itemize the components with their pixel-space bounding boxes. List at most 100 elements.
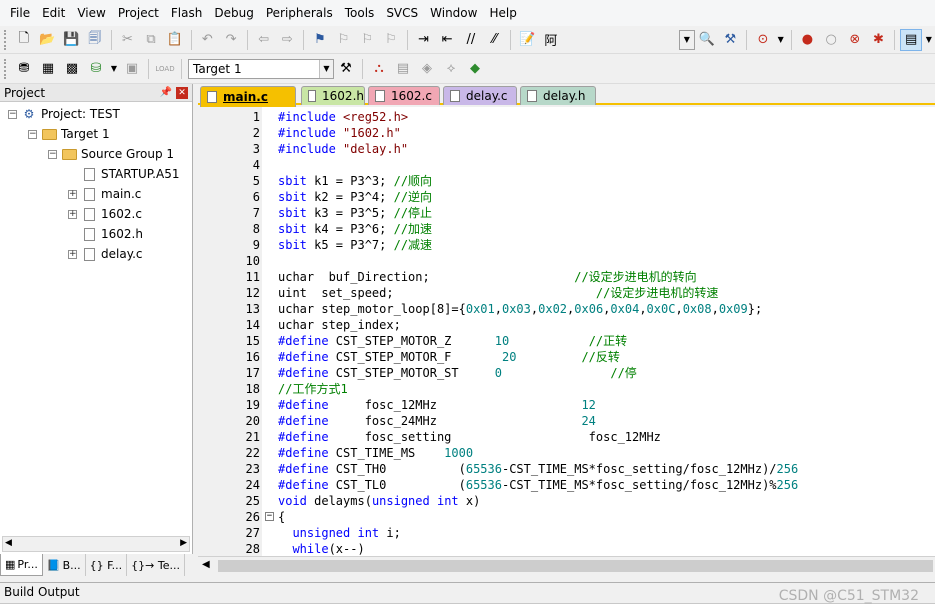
disable-breakpoint-icon[interactable]: ○ — [820, 29, 842, 51]
open-file-icon[interactable]: 📂 — [37, 29, 59, 51]
code-line[interactable]: 22 #define CST_TIME_MS 1000 — [198, 445, 935, 461]
code-editor[interactable]: 1 #include <reg52.h> 2 #include "1602.h" 3 #i… — [198, 107, 935, 556]
batch-build-dropdown-icon[interactable]: ▼ — [109, 58, 119, 80]
redo-icon[interactable]: ↷ — [220, 29, 242, 51]
menu-svcs[interactable]: SVCS — [380, 0, 424, 26]
debug-session-icon[interactable]: ⊙ — [752, 29, 774, 51]
build-output-area[interactable] — [0, 603, 935, 612]
uncomment-icon[interactable]: ⁄⁄ — [484, 29, 506, 51]
code-line[interactable]: 13 uchar step_motor_loop[8]={0x01,0x03,0x… — [198, 301, 935, 317]
tree-file[interactable]: 1602.h — [68, 224, 143, 244]
toolbar-grip[interactable] — [4, 58, 8, 79]
code-line[interactable]: 27 unsigned int i; — [198, 525, 935, 541]
code-line[interactable]: 19 #define fosc_12MHz 12 — [198, 397, 935, 413]
target-select[interactable]: Target 1 ▼ — [188, 58, 334, 79]
tree-file[interactable]: + main.c — [68, 184, 141, 204]
tab-file[interactable]: main.c — [200, 86, 296, 107]
code-line[interactable]: 4 — [198, 157, 935, 173]
new-file-icon[interactable]: 🗋 — [13, 29, 35, 51]
menu-help[interactable]: Help — [483, 0, 522, 26]
code-line[interactable]: 9 sbit k5 = P3^7; //减速 — [198, 237, 935, 253]
cut-icon[interactable]: ✂ — [117, 29, 139, 51]
code-line[interactable]: 10 — [198, 253, 935, 269]
menu-debug[interactable]: Debug — [208, 0, 259, 26]
tree-file[interactable]: + delay.c — [68, 244, 143, 264]
build-icon[interactable]: ▦ — [37, 58, 59, 80]
manage-rte-icon[interactable]: ◈ — [416, 58, 438, 80]
code-line[interactable]: 5 sbit k1 = P3^3; //顺向 — [198, 173, 935, 189]
tree-project[interactable]: − ⚙ Project: TEST — [8, 104, 120, 124]
menu-window[interactable]: Window — [424, 0, 483, 26]
code-line[interactable]: 25 void delayms(unsigned int x) — [198, 493, 935, 509]
navigate-forward-icon[interactable]: ⇨ — [276, 29, 298, 51]
tab-templates[interactable]: {}→ Te... — [127, 554, 185, 576]
find-glyph-label[interactable]: 阿 — [540, 29, 562, 51]
menu-file[interactable]: File — [4, 0, 36, 26]
tab-file[interactable]: delay.h — [520, 86, 596, 105]
code-line[interactable]: 28 while(x--) — [198, 541, 935, 556]
code-line[interactable]: 26−{ — [198, 509, 935, 525]
pack-installer-icon[interactable]: ⟡ — [440, 58, 462, 80]
code-line[interactable]: 21 #define fosc_setting fosc_12MHz — [198, 429, 935, 445]
code-line[interactable]: 12 uint set_speed; //设定步进电机的转速 — [198, 285, 935, 301]
menu-flash[interactable]: Flash — [165, 0, 208, 26]
code-line[interactable]: 18 //工作方式1 — [198, 381, 935, 397]
code-line[interactable]: 6 sbit k2 = P3^4; //逆向 — [198, 189, 935, 205]
code-line[interactable]: 17 #define CST_STEP_MOTOR_ST 0 //停 — [198, 365, 935, 381]
batch-build-icon[interactable]: ⛁ — [85, 58, 107, 80]
window-layout-icon[interactable]: ▤ — [900, 28, 922, 51]
scrollbar-thumb[interactable] — [218, 560, 933, 572]
collapse-icon[interactable]: − — [28, 129, 37, 139]
find-icon[interactable]: ⚒ — [720, 29, 742, 51]
menu-tools[interactable]: Tools — [339, 0, 381, 26]
expand-icon[interactable]: + — [68, 189, 77, 199]
tree-file[interactable]: + 1602.c — [68, 204, 142, 224]
code-line[interactable]: 20 #define fosc_24MHz 24 — [198, 413, 935, 429]
menu-peripherals[interactable]: Peripherals — [260, 0, 339, 26]
stop-build-icon[interactable]: ▣ — [121, 58, 143, 80]
expand-icon[interactable]: + — [68, 209, 77, 219]
find-in-files-icon[interactable]: 📝 — [516, 29, 538, 51]
tab-project[interactable]: ▦ Pr... — [0, 554, 43, 576]
close-icon[interactable]: ✕ — [176, 86, 188, 99]
unindent-icon[interactable]: ⇤ — [436, 29, 458, 51]
undo-icon[interactable]: ↶ — [197, 29, 219, 51]
tab-functions[interactable]: {} F... — [86, 554, 128, 576]
tree-file[interactable]: STARTUP.A51 — [68, 164, 179, 184]
rebuild-icon[interactable]: ▩ — [61, 58, 83, 80]
next-bookmark-icon[interactable]: ⚐ — [356, 29, 378, 51]
code-line[interactable]: 7 sbit k3 = P3^5; //停止 — [198, 205, 935, 221]
panel-horizontal-scrollbar[interactable]: ◀ ▶ — [2, 536, 190, 552]
target-options-icon[interactable]: ⚒ — [335, 58, 357, 80]
translate-icon[interactable]: ⛃ — [13, 58, 35, 80]
code-line[interactable]: 2 #include "1602.h" — [198, 125, 935, 141]
menu-edit[interactable]: Edit — [36, 0, 71, 26]
editor-horizontal-scrollbar[interactable]: ◀ — [198, 556, 935, 574]
tab-file[interactable]: delay.c — [443, 86, 517, 105]
indent-icon[interactable]: ⇥ — [413, 29, 435, 51]
event-recorder-icon[interactable]: ◆ — [464, 58, 486, 80]
menu-project[interactable]: Project — [112, 0, 165, 26]
collapse-icon[interactable]: − — [8, 109, 17, 119]
code-line[interactable]: 24 #define CST_TL0 (65536-CST_TIME_MS*fos… — [198, 477, 935, 493]
save-icon[interactable]: 💾 — [60, 29, 82, 51]
collapse-icon[interactable]: − — [48, 149, 57, 159]
clear-bookmarks-icon[interactable]: ⚐ — [380, 29, 402, 51]
settings-icon[interactable]: ✱ — [868, 29, 890, 51]
tree-target[interactable]: − Target 1 — [28, 124, 110, 144]
select-packs-icon[interactable]: ▤ — [392, 58, 414, 80]
tab-books[interactable]: 📘 B... — [43, 554, 86, 576]
incremental-find-icon[interactable]: 🔍 — [696, 29, 718, 51]
prev-bookmark-icon[interactable]: ⚐ — [333, 29, 355, 51]
code-line[interactable]: 11 uchar buf_Direction; //设定步进电机的转向 — [198, 269, 935, 285]
copy-icon[interactable]: ⧉ — [140, 29, 162, 51]
save-all-icon[interactable]: 🗐 — [84, 29, 106, 51]
scroll-right-icon[interactable]: ▶ — [180, 538, 187, 548]
code-line[interactable]: 8 sbit k4 = P3^6; //加速 — [198, 221, 935, 237]
fold-collapse-icon[interactable]: − — [265, 512, 274, 521]
download-icon[interactable]: LOAD — [154, 58, 176, 80]
find-dropdown[interactable]: ▼ — [678, 29, 695, 50]
expand-icon[interactable]: + — [68, 249, 77, 259]
debug-dropdown-icon[interactable]: ▼ — [776, 29, 786, 51]
code-line[interactable]: 15 #define CST_STEP_MOTOR_Z 10 //正转 — [198, 333, 935, 349]
